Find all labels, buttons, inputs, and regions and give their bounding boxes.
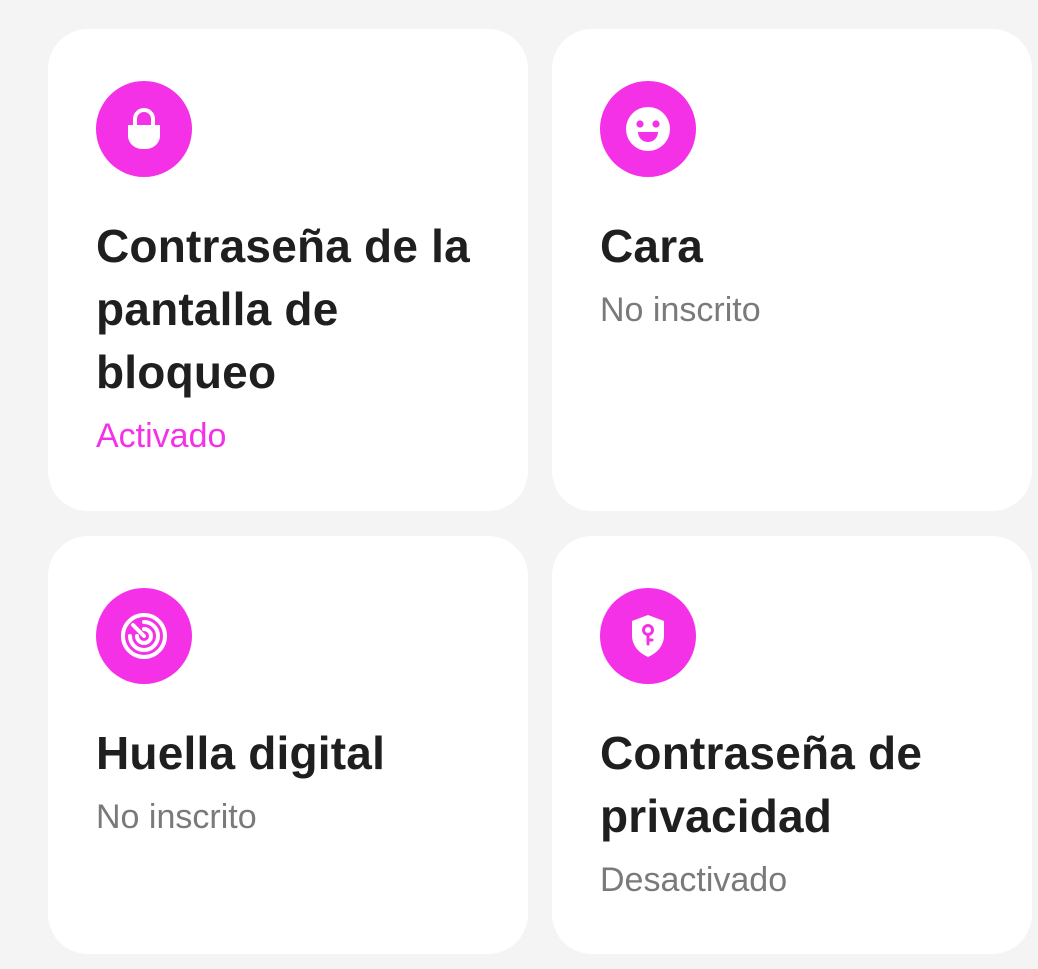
- shield-key-icon-circle: [600, 588, 696, 684]
- card-status: No inscrito: [96, 798, 257, 836]
- card-status: Desactivado: [600, 861, 788, 899]
- lock-icon: [124, 107, 164, 151]
- lock-screen-password-card[interactable]: Contraseña de la pantalla de bloqueo Act…: [48, 29, 528, 511]
- card-title: Huella digital: [96, 727, 386, 779]
- lock-icon-circle: [96, 81, 192, 177]
- card-title: Contraseña de privacidad: [600, 727, 923, 842]
- fingerprint-icon: [119, 611, 169, 661]
- card-status: No inscrito: [600, 291, 761, 329]
- fingerprint-card[interactable]: Huella digital No inscrito: [48, 536, 528, 954]
- face-card[interactable]: Cara No inscrito: [552, 29, 1032, 511]
- card-title: Cara: [600, 220, 704, 272]
- card-title: Contraseña de la pantalla de bloqueo: [96, 220, 470, 398]
- security-options-grid: Contraseña de la pantalla de bloqueo Act…: [0, 0, 1038, 969]
- face-icon-circle: [600, 81, 696, 177]
- face-icon: [625, 106, 671, 152]
- fingerprint-icon-circle: [96, 588, 192, 684]
- shield-key-icon: [628, 613, 668, 659]
- privacy-password-card[interactable]: Contraseña de privacidad Desactivado: [552, 536, 1032, 954]
- card-status: Activado: [96, 417, 227, 455]
